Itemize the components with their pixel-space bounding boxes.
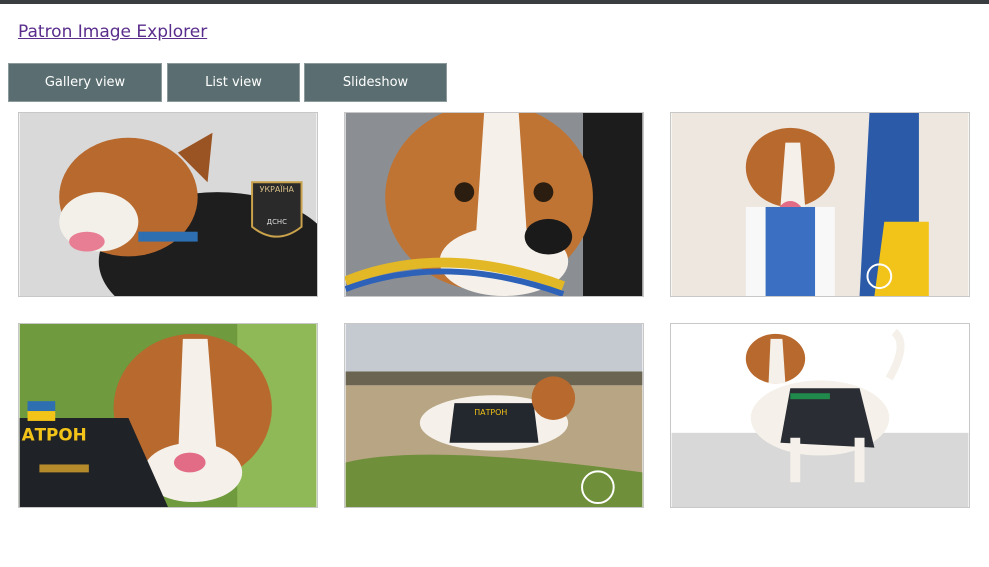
tab-gallery-view[interactable]: Gallery view — [8, 63, 162, 102]
vest-label-text: УКРАЇНА — [260, 184, 295, 194]
dog-embroidered-shirt-image — [671, 113, 969, 296]
gallery-image-1[interactable]: УКРАЇНА ДСНС — [18, 112, 318, 297]
gallery-image-3[interactable] — [670, 112, 970, 297]
gallery-image-5[interactable]: ПАТРОН — [344, 323, 644, 508]
patch-label-text: ДСНС — [267, 218, 287, 226]
tab-list-view[interactable]: List view — [167, 63, 300, 102]
vest-label-text: ПАТРОН — [474, 408, 507, 417]
dog-closeup-image — [345, 113, 643, 296]
gallery-image-6[interactable] — [670, 323, 970, 508]
dog-on-pavement-image — [671, 324, 969, 507]
dog-tactical-vest-image: УКРАЇНА ДСНС — [19, 113, 317, 296]
vest-label-text: АТРОН — [22, 425, 87, 445]
top-bar — [0, 0, 989, 4]
gallery-image-2[interactable] — [344, 112, 644, 297]
gallery-image-4[interactable]: АТРОН — [18, 323, 318, 508]
tab-slideshow[interactable]: Slideshow — [304, 63, 447, 102]
dog-in-grass-image: АТРОН — [19, 324, 317, 507]
dog-in-field-image: ПАТРОН — [345, 324, 643, 507]
page-title-link[interactable]: Patron Image Explorer — [18, 22, 207, 42]
